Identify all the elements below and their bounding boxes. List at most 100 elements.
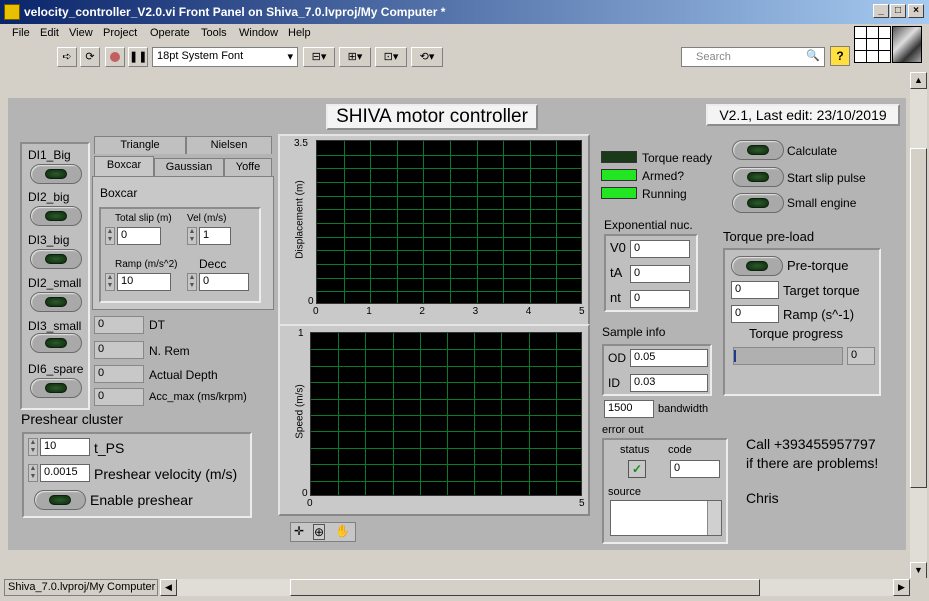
exp-nuc-cluster: V0 0 tA 0 nt 0 [604, 234, 698, 312]
di1-label: DI1_Big [28, 148, 71, 162]
cursor-tool-icon[interactable]: ✛ [294, 524, 304, 538]
torque-preload-title: Torque pre-load [723, 229, 815, 244]
speed-graph: 1 0 Speed (m/s) 05 [278, 324, 590, 516]
pan-tool-icon[interactable]: ✋ [335, 524, 350, 538]
window-title: velocity_controller_V2.0.vi Front Panel … [24, 5, 446, 19]
hscroll-thumb[interactable] [290, 579, 760, 596]
id-label: ID [608, 376, 620, 390]
total-slip-input[interactable]: 0 [117, 227, 161, 245]
torque-progress-label: Torque progress [749, 326, 843, 341]
tab-yoffe[interactable]: Yoffe [224, 158, 272, 176]
di6-spare-label: DI6_spare [28, 362, 84, 376]
title-bar: velocity_controller_V2.0.vi Front Panel … [0, 0, 929, 24]
decc-stepper[interactable]: ▲ ▼ [187, 273, 197, 291]
tab-gaussian[interactable]: Gaussian [154, 158, 224, 176]
menu-edit[interactable]: Edit [40, 27, 59, 39]
scroll-right-icon[interactable]: ▶ [893, 579, 910, 596]
menu-tools[interactable]: Tools [201, 27, 227, 39]
di2-small-button[interactable] [30, 292, 82, 312]
enable-preshear-label: Enable preshear [90, 492, 193, 508]
panel-title: SHIVA motor controller [326, 104, 538, 130]
scroll-thumb[interactable] [910, 148, 927, 488]
disp-x-tick: 4 [525, 306, 532, 317]
decc-input[interactable]: 0 [199, 273, 249, 291]
vel-stepper[interactable]: ▲ ▼ [187, 227, 197, 245]
v0-input[interactable]: 0 [630, 240, 690, 258]
minimize-button[interactable]: _ [873, 4, 889, 18]
di3-small-button[interactable] [30, 333, 82, 353]
di3-label: DI3_big [28, 233, 70, 247]
dt-label: DT [149, 318, 165, 332]
close-button[interactable]: × [908, 4, 924, 18]
distribute-icon[interactable]: ⊞▾ [339, 47, 371, 67]
menu-file[interactable]: File [12, 27, 30, 39]
menu-operate[interactable]: Operate [150, 27, 190, 39]
speed-y-tick-max: 1 [298, 328, 304, 339]
sample-info-cluster: OD 0.05 ID 0.03 [602, 344, 712, 396]
od-input[interactable]: 0.05 [630, 349, 708, 367]
search-input[interactable]: Search 🔍 [681, 47, 825, 67]
dt-value: 0 [94, 316, 144, 334]
zoom-tool-icon[interactable]: ⊕ [313, 524, 326, 540]
resize-icon[interactable]: ⊡▾ [375, 47, 407, 67]
start-slip-pulse-button[interactable] [732, 167, 784, 187]
calculate-button[interactable] [732, 140, 784, 160]
tab-boxcar[interactable]: Boxcar [94, 156, 154, 178]
id-input[interactable]: 0.03 [630, 374, 708, 392]
pretorque-button[interactable] [731, 256, 783, 276]
maximize-button[interactable]: □ [890, 4, 906, 18]
help-icon[interactable]: ? [830, 46, 850, 66]
torque-ramp-input[interactable]: 0 [731, 305, 779, 323]
horizontal-scrollbar[interactable]: ◀ ▶ [160, 579, 910, 596]
ramp-stepper[interactable]: ▲ ▼ [105, 273, 115, 291]
torque-preload-cluster: Pre-torque 0 Target torque 0 Ramp (s^-1)… [723, 248, 881, 396]
menu-project[interactable]: Project [103, 27, 137, 39]
tps-stepper[interactable]: ▲ ▼ [28, 438, 38, 456]
tab-nielsen[interactable]: Nielsen [186, 136, 272, 154]
di6-spare-button[interactable] [30, 378, 82, 398]
menu-help[interactable]: Help [288, 27, 311, 39]
preshear-title: Preshear cluster [21, 411, 123, 427]
source-scrollbar[interactable] [707, 501, 721, 535]
nt-input[interactable]: 0 [630, 290, 690, 308]
di3-button[interactable] [30, 249, 82, 269]
speed-hgrid [311, 399, 581, 400]
reorder-icon[interactable]: ⟲▾ [411, 47, 443, 67]
ta-input[interactable]: 0 [630, 265, 690, 283]
font-select[interactable]: 18pt System Font ▾ [152, 47, 298, 67]
speed-plot-area[interactable] [310, 332, 582, 496]
menu-window[interactable]: Window [239, 27, 278, 39]
pretorque-label: Pre-torque [787, 258, 849, 273]
vel-input[interactable]: 1 [199, 227, 231, 245]
align-icon[interactable]: ⊟▾ [303, 47, 335, 67]
di1-button[interactable] [30, 164, 82, 184]
pause-icon[interactable]: ❚❚ [128, 47, 148, 67]
run-arrow-icon[interactable]: ➪ [57, 47, 77, 67]
preshear-vel-stepper[interactable]: ▲ ▼ [28, 464, 38, 482]
displacement-plot-area[interactable] [316, 140, 582, 304]
scroll-down-icon[interactable]: ▼ [910, 562, 927, 579]
nrem-value: 0 [94, 341, 144, 359]
small-engine-button[interactable] [732, 193, 784, 213]
scroll-up-icon[interactable]: ▲ [910, 72, 927, 89]
bandwidth-input[interactable]: 1500 [604, 400, 654, 418]
tps-input[interactable]: 10 [40, 438, 90, 456]
target-torque-input[interactable]: 0 [731, 281, 779, 299]
disp-x-tick: 0 [313, 306, 319, 317]
ramp-input[interactable]: 10 [117, 273, 171, 291]
error-out-cluster: status ✓ code 0 source [602, 438, 728, 544]
total-slip-stepper[interactable]: ▲ ▼ [105, 227, 115, 245]
enable-preshear-button[interactable] [34, 490, 86, 510]
abort-icon[interactable] [105, 47, 125, 67]
preshear-cluster: ▲ ▼ 10 t_PS ▲ ▼ 0.0015 Preshear velocity (… [22, 432, 252, 518]
di2-button[interactable] [30, 206, 82, 226]
status-label: status [620, 444, 650, 456]
scroll-left-icon[interactable]: ◀ [160, 579, 177, 596]
menu-view[interactable]: View [69, 27, 93, 39]
speed-hgrid [311, 448, 581, 449]
preshear-vel-input[interactable]: 0.0015 [40, 464, 90, 482]
author-photo [892, 26, 922, 63]
run-continuously-icon[interactable]: ⟳ [80, 47, 100, 67]
vertical-scrollbar[interactable]: ▲ ▼ [910, 72, 927, 582]
tab-triangle[interactable]: Triangle [94, 136, 186, 154]
